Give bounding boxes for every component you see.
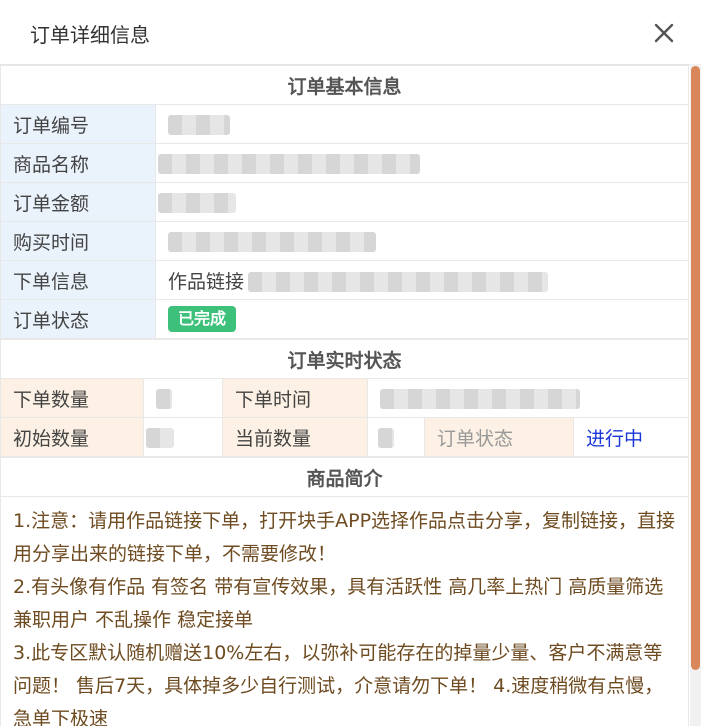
order-qty-label: 下单数量 [0,378,144,418]
purchase-time-label: 购买时间 [0,221,156,261]
intro-table: 商品简介 1.注意：请用作品链接下单，打开块手APP选择作品点击分享，复制链接，… [0,457,689,726]
dialog-title: 订单详细信息 [30,23,150,47]
section-title-realtime: 订单实时状态 [0,339,689,379]
table-row: 商品名称 [0,143,689,183]
table-row: 下单信息 作品链接 [0,260,689,300]
intro-paragraph: 1.注意：请用作品链接下单，打开块手APP选择作品点击分享，复制链接，直接用分享… [13,510,676,565]
product-name-value-redacted [158,153,420,174]
initial-qty-value-redacted [146,427,174,448]
purchase-time-value-redacted [168,231,376,252]
table-row: 下单数量 下单时间 [0,378,689,418]
scrollbar-thumb[interactable] [691,66,700,670]
table-row: 初始数量 当前数量 订单状态 进行中 [0,417,689,457]
order-time-label: 下单时间 [222,378,368,418]
current-qty-value-redacted [378,427,394,448]
product-name-label: 商品名称 [0,143,156,183]
scrollbar[interactable] [690,64,701,726]
order-amount-value-redacted [158,192,236,213]
table-row: 订单状态 已完成 [0,299,689,339]
basic-info-table: 订单基本信息 订单编号 商品名称 订单金额 购买时间 下单信息 作品链接 订单状… [0,65,689,339]
order-status-value: 进行中 [573,417,689,457]
table-row: 订单编号 [0,104,689,144]
intro-paragraph: 3.此专区默认随机赠送10%左右，以弥补可能存在的掉量少量、客户不满意等问题！ … [13,642,664,726]
order-id-label: 订单编号 [0,104,156,144]
order-qty-value-redacted [156,388,172,409]
work-link-value-redacted [248,272,549,292]
close-icon[interactable] [651,20,677,46]
section-title-intro: 商品简介 [0,457,689,497]
realtime-status-table: 订单实时状态 下单数量 下单时间 初始数量 当前数量 订单状态 进行中 [0,339,689,457]
order-amount-label: 订单金额 [0,182,156,222]
table-row: 购买时间 [0,221,689,261]
order-time-value-redacted [380,388,580,409]
order-status-label-2: 订单状态 [424,417,574,457]
intro-description: 1.注意：请用作品链接下单，打开块手APP选择作品点击分享，复制链接，直接用分享… [0,496,689,726]
table-row: 订单金额 [0,182,689,222]
order-status-label: 订单状态 [0,299,156,339]
order-info-label: 下单信息 [0,260,156,300]
work-link-prefix: 作品链接 [168,270,245,293]
current-qty-label: 当前数量 [222,417,368,457]
order-id-value-redacted [168,114,230,135]
dialog-body[interactable]: 订单基本信息 订单编号 商品名称 订单金额 购买时间 下单信息 作品链接 订单状… [0,65,689,726]
status-badge: 已完成 [168,306,237,332]
initial-qty-label: 初始数量 [0,417,144,457]
section-title-basic: 订单基本信息 [0,65,689,105]
intro-paragraph: 2.有头像有作品 有签名 带有宣传效果，具有活跃性 高几率上热门 高质量筛选兼职… [13,576,664,631]
dialog-header: 订单详细信息 [0,0,701,65]
